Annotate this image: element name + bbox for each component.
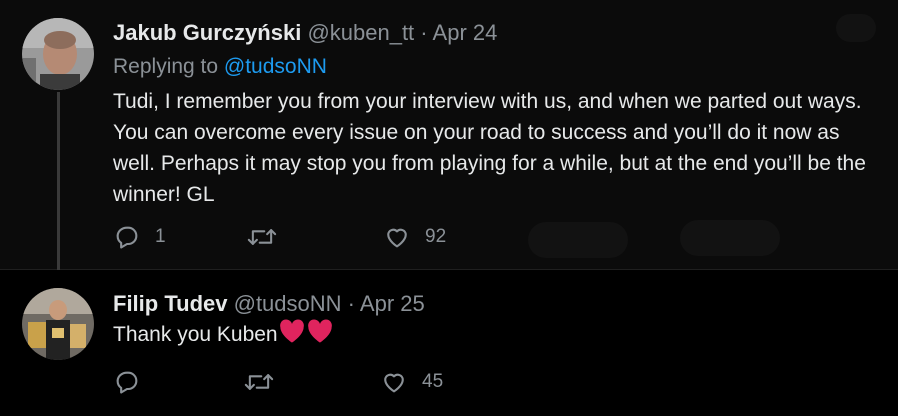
reply-button[interactable]: 1 [113,223,166,251]
tweet-text-content: Thank you Kuben [113,323,278,346]
tweet-header: Jakub Gurczyński @kuben_tt · Apr 24 [113,20,497,46]
like-button[interactable]: 92 [383,223,446,251]
retweet-arrows-icon [243,368,275,396]
separator-dot: · [420,20,428,45]
tweet-date[interactable]: Apr 25 [360,291,425,316]
like-button[interactable]: 45 [380,368,443,396]
heart-outline-icon [380,368,408,396]
replying-to-mention[interactable]: @tudsoNN [224,55,327,78]
reply-count: 1 [155,226,166,247]
red-heart-icon [278,318,306,353]
reply-button[interactable] [113,368,155,396]
speech-bubble-icon [113,223,141,251]
redacted-mark [680,220,780,256]
like-count: 92 [425,226,447,247]
author-name[interactable]: Jakub Gurczyński [113,20,301,45]
like-count: 45 [422,371,444,392]
retweet-button[interactable] [246,223,292,251]
red-heart-icon [306,318,334,353]
separator-dot: · [347,291,355,316]
redacted-mark [836,14,876,42]
avatar[interactable] [22,18,94,90]
avatar[interactable] [22,288,94,360]
thread-connector-line [57,92,60,282]
heart-outline-icon [383,223,411,251]
replying-to: Replying to @tudsoNN [113,55,327,79]
replying-to-label: Replying to [113,55,219,78]
retweet-button[interactable] [243,368,289,396]
speech-bubble-icon [113,368,141,396]
tweet-date[interactable]: Apr 24 [433,20,498,45]
tweet-header: Filip Tudev @tudsoNN · Apr 25 [113,291,425,317]
author-name[interactable]: Filip Tudev [113,291,227,316]
tweet-actions: 45 [113,368,713,398]
retweet-arrows-icon [246,223,278,251]
author-handle[interactable]: @kuben_tt [307,20,414,45]
redacted-mark [528,222,628,258]
tweet-text: Tudi, I remember you from your interview… [113,90,866,206]
author-handle[interactable]: @tudsoNN [234,291,342,316]
tweet-text: Thank you Kuben [113,318,713,353]
